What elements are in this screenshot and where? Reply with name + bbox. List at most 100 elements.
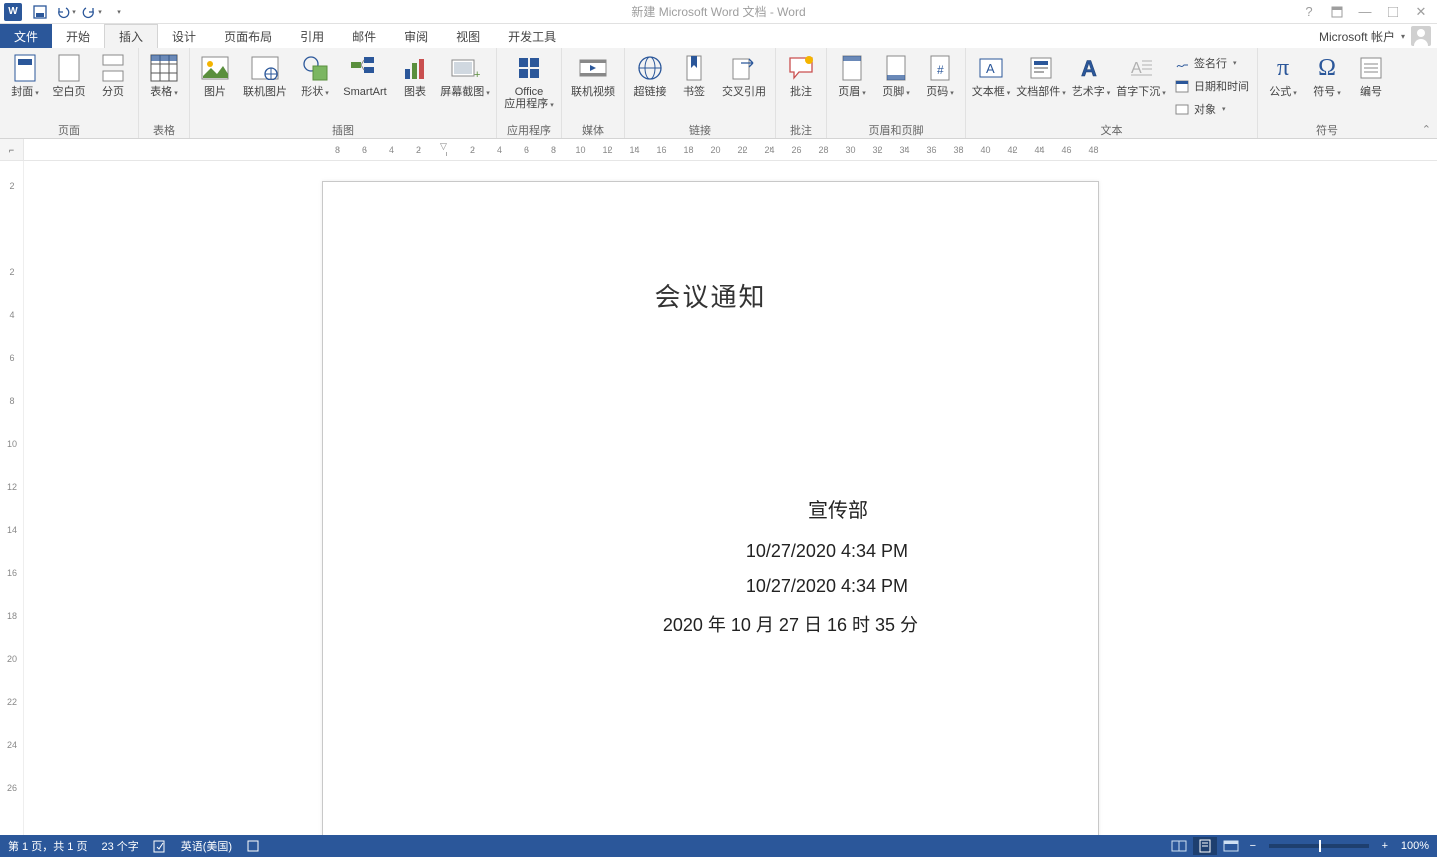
ruler-tick: 32	[864, 145, 891, 155]
indent-marker-icon[interactable]: ▽	[440, 141, 447, 152]
ruler-tick: 18	[4, 611, 20, 621]
footer-button[interactable]: 页脚	[875, 50, 917, 98]
status-word-count[interactable]: 23 个字	[101, 838, 138, 854]
shapes-button[interactable]: 形状	[294, 50, 336, 98]
chart-button[interactable]: 图表	[394, 50, 436, 98]
group-media-label: 媒体	[566, 122, 620, 138]
doc-dept[interactable]: 宣传部	[413, 494, 1008, 523]
qat-undo-button[interactable]	[54, 2, 78, 22]
page-number-button[interactable]: #页码	[919, 50, 961, 98]
office-apps-button[interactable]: Office 应用程序	[501, 50, 557, 110]
horizontal-ruler[interactable]: 8642246810121416182022242628303234363840…	[24, 139, 1437, 160]
object-button[interactable]: 对象▾	[1170, 98, 1253, 120]
svg-text:A: A	[986, 61, 995, 76]
dropcap-button[interactable]: A首字下沉	[1114, 50, 1168, 98]
qat-save-button[interactable]	[28, 2, 52, 22]
ruler-tick: 26	[4, 783, 20, 793]
zoom-in-button[interactable]: +	[1377, 840, 1393, 852]
tab-view[interactable]: 视图	[442, 24, 494, 48]
collapse-ribbon-button[interactable]: ⌃	[1422, 123, 1431, 136]
group-symbols-label: 符号	[1262, 122, 1392, 138]
ruler-tick: 14	[621, 145, 648, 155]
tab-developer[interactable]: 开发工具	[494, 24, 570, 48]
online-video-button[interactable]: 联机视频	[566, 50, 620, 98]
zoom-level[interactable]: 100%	[1401, 840, 1429, 852]
svg-text:A: A	[1131, 60, 1142, 77]
view-print-layout-button[interactable]	[1193, 837, 1217, 855]
ruler-tick: 6	[351, 145, 378, 155]
tab-insert[interactable]: 插入	[104, 24, 158, 48]
ruler-tick: 20	[702, 145, 729, 155]
online-pictures-button[interactable]: 联机图片	[238, 50, 292, 98]
ruler-tick: 16	[648, 145, 675, 155]
avatar-icon[interactable]	[1411, 26, 1431, 46]
ruler-tick: 2	[459, 145, 486, 155]
equation-button[interactable]: π公式	[1262, 50, 1304, 98]
table-button[interactable]: 表格	[143, 50, 185, 98]
svg-text:+: +	[474, 69, 480, 80]
qat-redo-button[interactable]	[80, 2, 104, 22]
textbox-button[interactable]: A文本框	[970, 50, 1012, 98]
qat-customize-button[interactable]	[106, 2, 130, 22]
ruler-tick: 2	[4, 181, 20, 191]
vertical-ruler[interactable]: 22468101214161820222426	[0, 161, 24, 835]
smartart-button[interactable]: SmartArt	[338, 50, 392, 98]
ruler-tick: 12	[594, 145, 621, 155]
status-page[interactable]: 第 1 页，共 1 页	[8, 838, 87, 854]
cross-reference-button[interactable]: 交叉引用	[717, 50, 771, 98]
tab-mailings[interactable]: 邮件	[338, 24, 390, 48]
doc-datetime-2[interactable]: 10/27/2020 4:34 PM	[413, 576, 1008, 597]
help-button[interactable]: ?	[1297, 2, 1321, 22]
tab-home[interactable]: 开始	[52, 24, 104, 48]
tab-selector[interactable]: ⌐	[0, 139, 24, 160]
ruler-tick: 12	[4, 482, 20, 492]
account-dropdown-icon[interactable]: ▾	[1401, 32, 1405, 41]
tab-design[interactable]: 设计	[158, 24, 210, 48]
tab-review[interactable]: 审阅	[390, 24, 442, 48]
ruler-tick: 40	[972, 145, 999, 155]
ruler-tick: 4	[4, 310, 20, 320]
doc-datetime-3[interactable]: 2020 年 10 月 27 日 16 时 35 分	[413, 611, 1008, 637]
doc-title[interactable]: 会议通知	[413, 277, 1008, 314]
group-links-label: 链接	[629, 122, 771, 138]
view-web-layout-button[interactable]	[1219, 837, 1243, 855]
header-button[interactable]: 页眉	[831, 50, 873, 98]
comment-button[interactable]: 批注	[780, 50, 822, 98]
status-macro-icon[interactable]	[246, 839, 260, 853]
wordart-button[interactable]: A艺术字	[1070, 50, 1112, 98]
ruler-tick: 10	[567, 145, 594, 155]
status-language[interactable]: 英语(美国)	[181, 838, 232, 854]
view-read-mode-button[interactable]	[1167, 837, 1191, 855]
minimize-button[interactable]: —	[1353, 2, 1377, 22]
maximize-button[interactable]	[1381, 2, 1405, 22]
status-proofing-icon[interactable]	[153, 839, 167, 853]
window-title: 新建 Microsoft Word 文档 - Word	[631, 3, 805, 20]
close-button[interactable]: ✕	[1409, 2, 1433, 22]
screenshot-button[interactable]: +屏幕截图	[438, 50, 492, 98]
page-break-button[interactable]: 分页	[92, 50, 134, 98]
ruler-tick: 16	[4, 568, 20, 578]
ruler-tick: 22	[729, 145, 756, 155]
cover-page-button[interactable]: 封面	[4, 50, 46, 98]
doc-datetime-1[interactable]: 10/27/2020 4:34 PM	[413, 541, 1008, 562]
ribbon-display-options-button[interactable]	[1325, 2, 1349, 22]
tab-references[interactable]: 引用	[286, 24, 338, 48]
symbol-button[interactable]: Ω符号	[1306, 50, 1348, 98]
signature-line-button[interactable]: 签名行▾	[1170, 52, 1253, 74]
number-button[interactable]: 编号	[1350, 50, 1392, 98]
date-time-button[interactable]: 日期和时间	[1170, 75, 1253, 97]
group-headerfooter-label: 页眉和页脚	[831, 122, 961, 138]
hyperlink-button[interactable]: 超链接	[629, 50, 671, 98]
zoom-slider[interactable]	[1269, 844, 1369, 848]
svg-text:#: #	[937, 63, 944, 77]
zoom-out-button[interactable]: −	[1245, 840, 1261, 852]
blank-page-button[interactable]: 空白页	[48, 50, 90, 98]
tab-file[interactable]: 文件	[0, 24, 52, 48]
bookmark-button[interactable]: 书签	[673, 50, 715, 98]
picture-button[interactable]: 图片	[194, 50, 236, 98]
document-page[interactable]: 会议通知 宣传部 10/27/2020 4:34 PM 10/27/2020 4…	[322, 181, 1099, 835]
tab-layout[interactable]: 页面布局	[210, 24, 286, 48]
account-label[interactable]: Microsoft 帐户	[1319, 28, 1395, 45]
ruler-tick: 46	[1053, 145, 1080, 155]
quick-parts-button[interactable]: 文档部件	[1014, 50, 1068, 98]
